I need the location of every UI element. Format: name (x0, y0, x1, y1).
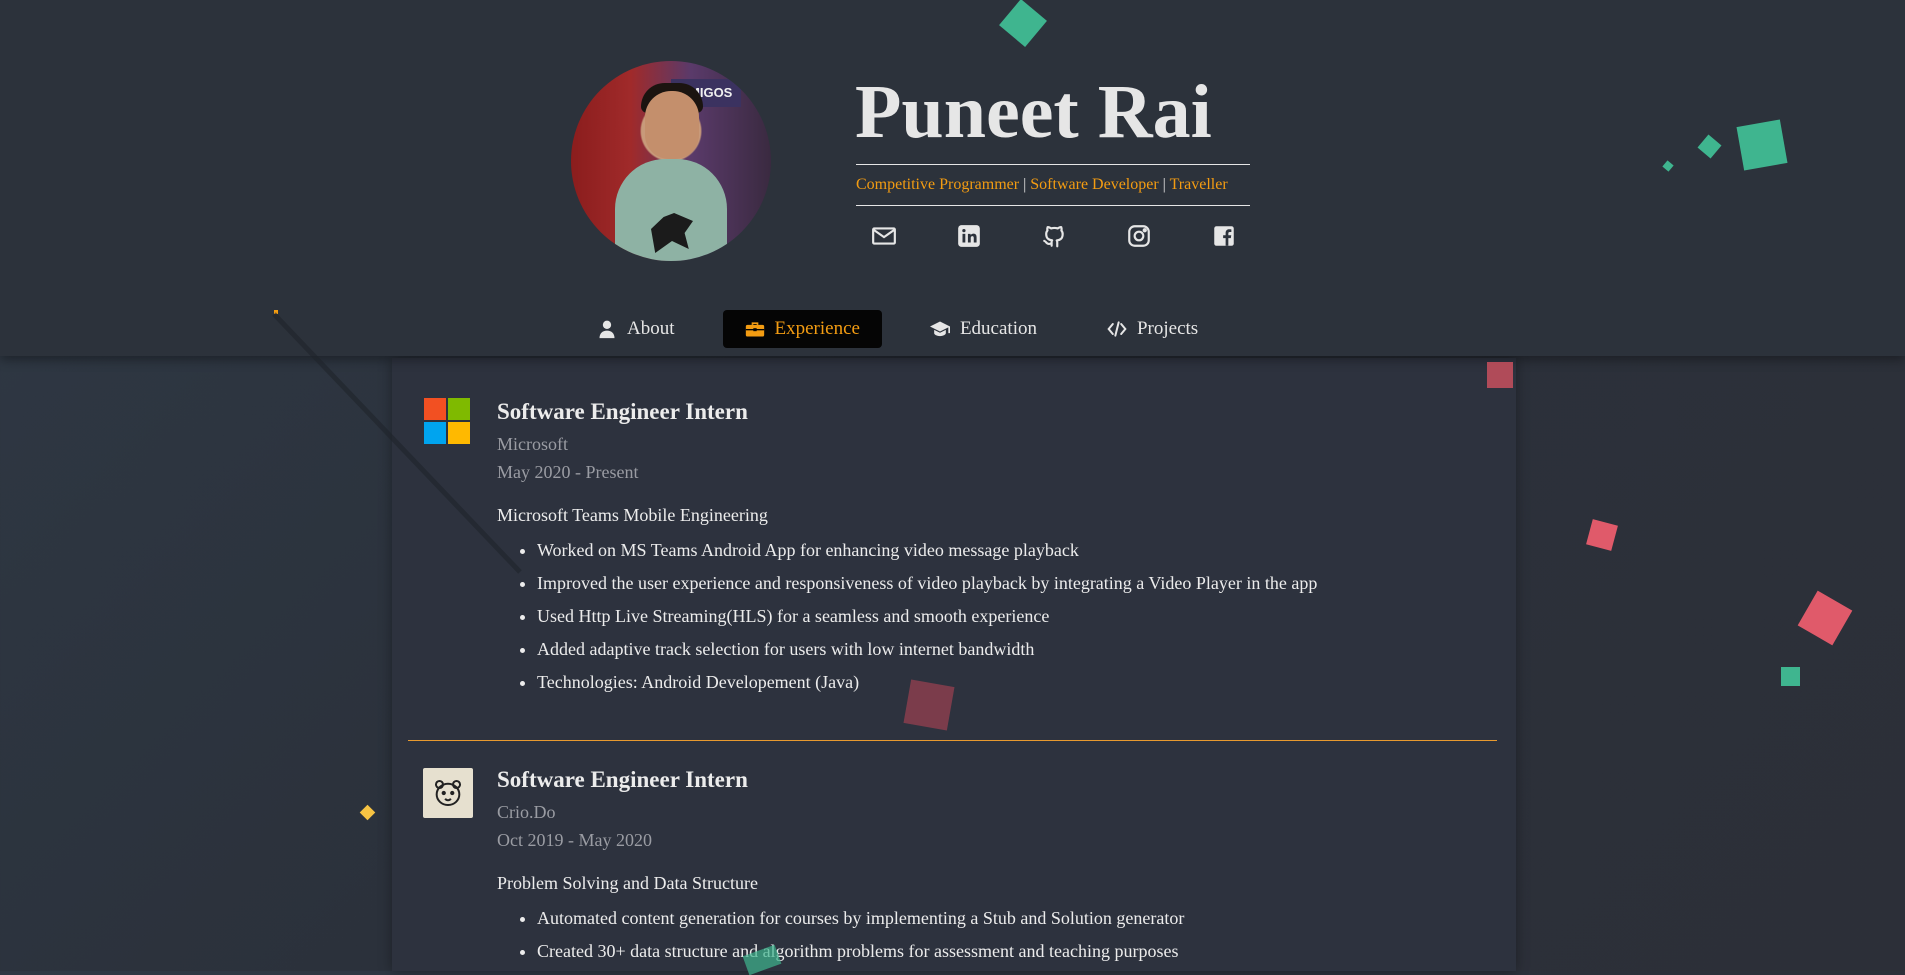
role-separator: | (1162, 176, 1166, 193)
instagram-link[interactable] (1125, 222, 1153, 250)
confetti-shape (1781, 667, 1800, 686)
list-item: Improved the user experience and respons… (537, 567, 1317, 600)
user-icon (599, 320, 615, 339)
tab-projects-label: Projects (1136, 318, 1199, 339)
confetti-shape (903, 679, 955, 731)
list-item: Automated content generation for courses… (537, 902, 1184, 935)
tab-about[interactable]: About (575, 310, 697, 348)
instagram-icon (1128, 225, 1150, 247)
github-icon (1043, 226, 1064, 248)
section-tabs: About Experience Education Projects (575, 310, 1246, 348)
profile-tagline: Competitive Programmer | Software Develo… (856, 164, 1250, 206)
confetti-shape (1487, 362, 1513, 388)
section-divider (408, 740, 1497, 741)
confetti-shape (1586, 519, 1618, 551)
avatar-face (645, 91, 699, 159)
job-title: Software Engineer Intern (497, 399, 748, 424)
list-item: Worked on MS Teams Android App for enhan… (537, 534, 1317, 567)
list-item: Created 30+ data structure and algorithm… (537, 935, 1184, 968)
facebook-icon (1214, 226, 1234, 246)
tab-about-label: About (627, 318, 675, 339)
github-link[interactable] (1040, 222, 1068, 250)
profile-avatar: AMIGOS (571, 61, 771, 261)
social-links (870, 222, 1238, 250)
briefcase-icon (745, 322, 764, 337)
confetti-shape (1736, 119, 1788, 171)
job-summary: Microsoft Teams Mobile Engineering (497, 505, 768, 525)
email-link[interactable] (870, 222, 898, 250)
confetti-streak (272, 312, 522, 574)
experience-card: Software Engineer Intern Microsoft May 2… (392, 358, 1516, 971)
tab-experience-label: Experience (774, 318, 860, 339)
list-item: Used Http Live Streaming(HLS) for a seam… (537, 600, 1317, 633)
job-bullets: Automated content generation for courses… (497, 902, 1184, 968)
profile-header: AMIGOS Puneet Rai Competitive Programmer… (0, 0, 1905, 356)
tab-projects[interactable]: Projects (1085, 310, 1220, 348)
job-title: Software Engineer Intern (497, 767, 748, 792)
facebook-link[interactable] (1210, 222, 1238, 250)
linkedin-icon (958, 225, 980, 247)
graduation-cap-icon (929, 321, 950, 337)
role-competitive-programmer: Competitive Programmer (856, 176, 1020, 193)
role-separator: | (1023, 176, 1027, 193)
confetti-shape (1797, 590, 1853, 646)
role-software-developer: Software Developer (1030, 176, 1159, 193)
job-company: Crio.Do (497, 802, 556, 822)
role-traveller: Traveller (1169, 176, 1228, 193)
confetti-shape (359, 804, 376, 821)
job-dates: Oct 2019 - May 2020 (497, 830, 652, 850)
crio-bear-logo-icon (423, 768, 473, 818)
tab-education[interactable]: Education (908, 310, 1059, 348)
profile-name: Puneet Rai (855, 70, 1212, 154)
avatar-hoodie (615, 159, 727, 261)
tab-experience[interactable]: Experience (722, 310, 882, 348)
linkedin-link[interactable] (955, 222, 983, 250)
list-item: Added adaptive track selection for users… (537, 633, 1317, 666)
tab-education-label: Education (959, 318, 1037, 339)
email-icon (872, 227, 896, 245)
code-icon (1107, 321, 1127, 337)
job-summary: Problem Solving and Data Structure (497, 873, 758, 893)
job-bullets: Worked on MS Teams Android App for enhan… (497, 534, 1317, 699)
